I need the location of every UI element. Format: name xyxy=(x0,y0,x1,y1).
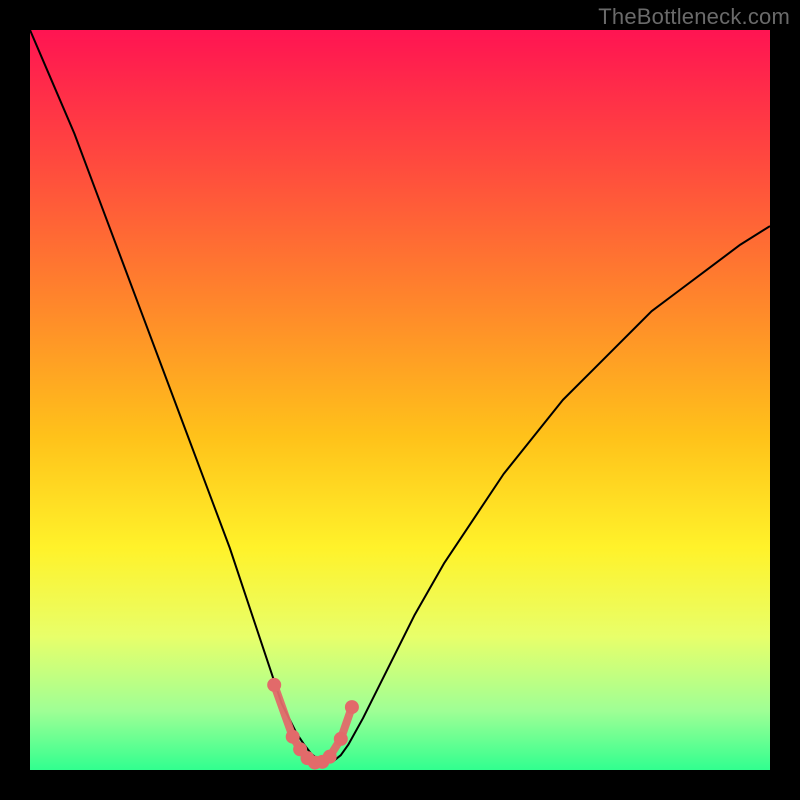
trough-marker xyxy=(267,678,281,692)
trough-marker xyxy=(286,730,300,744)
chart-frame: TheBottleneck.com xyxy=(0,0,800,800)
plot-area xyxy=(30,30,770,770)
chart-svg xyxy=(30,30,770,770)
trough-marker xyxy=(334,732,348,746)
watermark-text: TheBottleneck.com xyxy=(598,4,790,30)
chart-background xyxy=(30,30,770,770)
trough-marker xyxy=(345,700,359,714)
trough-marker xyxy=(323,750,337,764)
